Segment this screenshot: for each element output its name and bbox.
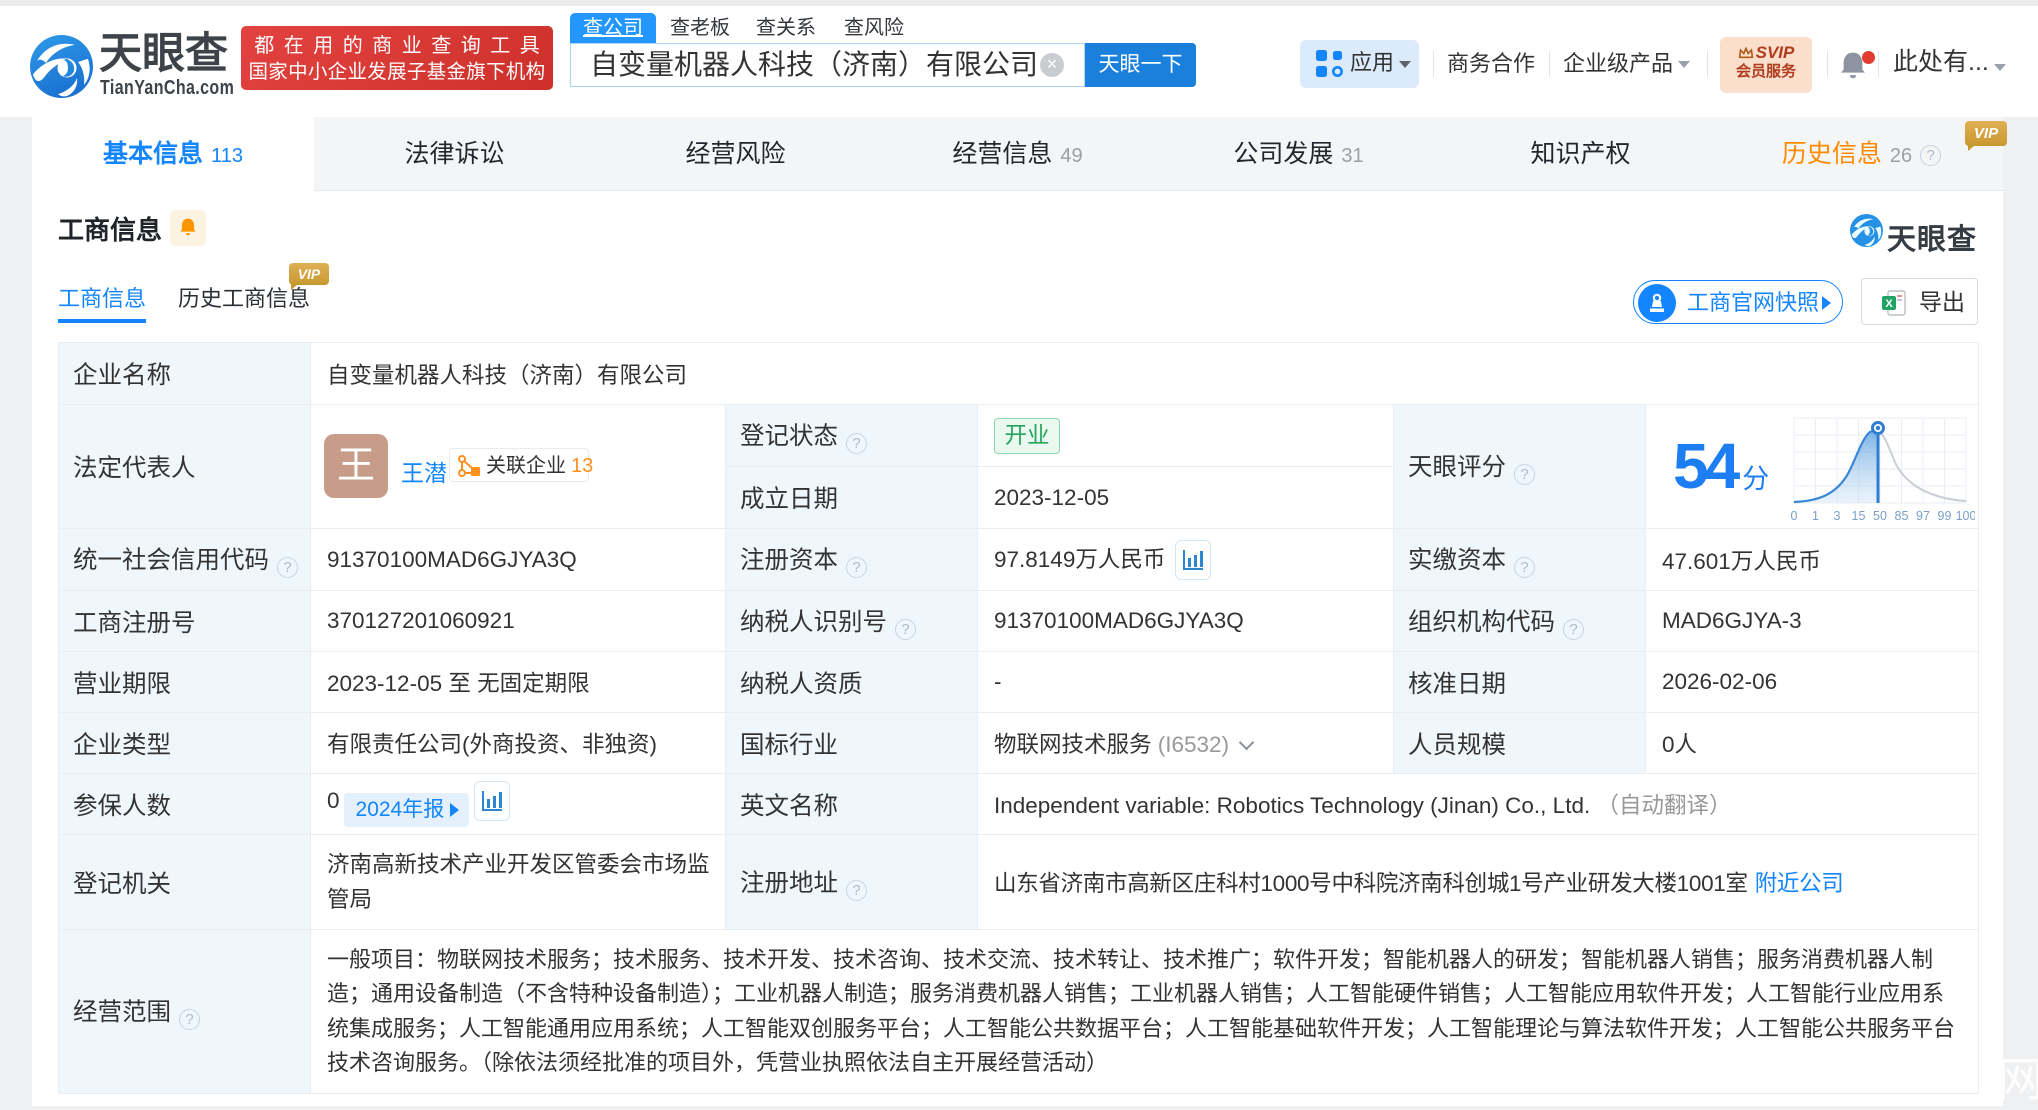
svg-text:1: 1 (1812, 509, 1819, 523)
svg-text:99: 99 (1938, 509, 1952, 523)
svg-text:15: 15 (1852, 509, 1866, 523)
svg-text:X: X (1885, 298, 1893, 310)
svg-text:50: 50 (1873, 509, 1887, 523)
svg-text:0: 0 (1791, 509, 1798, 523)
svg-text:97: 97 (1916, 509, 1930, 523)
svg-text:100: 100 (1956, 509, 1975, 523)
svg-text:85: 85 (1895, 509, 1909, 523)
svg-text:3: 3 (1834, 509, 1841, 523)
